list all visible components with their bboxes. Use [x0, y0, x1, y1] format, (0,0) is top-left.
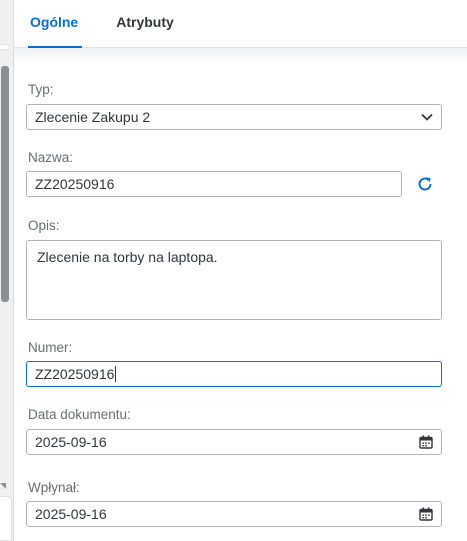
numer-label: Numer:: [28, 340, 73, 355]
chevron-down-icon: [421, 113, 433, 121]
refresh-button[interactable]: [414, 173, 436, 195]
scroll-arrow-icon[interactable]: [0, 483, 6, 489]
details-panel: Ogólne Atrybuty Typ: Zlecenie Zakupu 2 N…: [14, 0, 467, 541]
data-dokumentu-datepicker[interactable]: 2025-09-16: [26, 429, 442, 455]
opis-textarea-value: Zlecenie na torby na laptopa.: [37, 249, 218, 265]
background-card-edge: [0, 44, 10, 50]
wplynal-label: Wpłynał:: [28, 480, 80, 495]
scrollbar-thumb[interactable]: [1, 66, 9, 302]
wplynal-datepicker[interactable]: 2025-09-16: [26, 501, 442, 527]
typ-select-value: Zlecenie Zakupu 2: [35, 109, 151, 125]
tab-ogolne[interactable]: Ogólne: [27, 0, 83, 48]
numer-input[interactable]: ZZ20250916: [26, 361, 442, 387]
refresh-icon: [418, 177, 432, 191]
data-dokumentu-label: Data dokumentu:: [28, 407, 131, 422]
typ-label: Typ:: [28, 82, 54, 97]
wplynal-value: 2025-09-16: [35, 506, 107, 522]
nazwa-input[interactable]: ZZ20250916: [26, 171, 402, 197]
app-window: Ogólne Atrybuty Typ: Zlecenie Zakupu 2 N…: [0, 0, 467, 541]
nazwa-input-value: ZZ20250916: [35, 176, 115, 192]
calendar-icon[interactable]: [419, 435, 433, 449]
background-card-edge-lower: [0, 496, 12, 541]
text-cursor: [115, 366, 117, 382]
tab-atrybuty[interactable]: Atrybuty: [116, 0, 174, 48]
opis-label: Opis:: [28, 218, 60, 233]
opis-textarea[interactable]: Zlecenie na torby na laptopa.: [26, 240, 442, 320]
data-dokumentu-value: 2025-09-16: [35, 434, 107, 450]
nazwa-label: Nazwa:: [28, 150, 74, 165]
numer-input-value: ZZ20250916: [35, 366, 115, 382]
tab-bar-shadow: [14, 48, 467, 64]
left-gutter: [0, 0, 14, 541]
calendar-icon[interactable]: [419, 507, 433, 521]
typ-select[interactable]: Zlecenie Zakupu 2: [26, 104, 442, 130]
tab-bar: Ogólne Atrybuty: [14, 0, 467, 64]
